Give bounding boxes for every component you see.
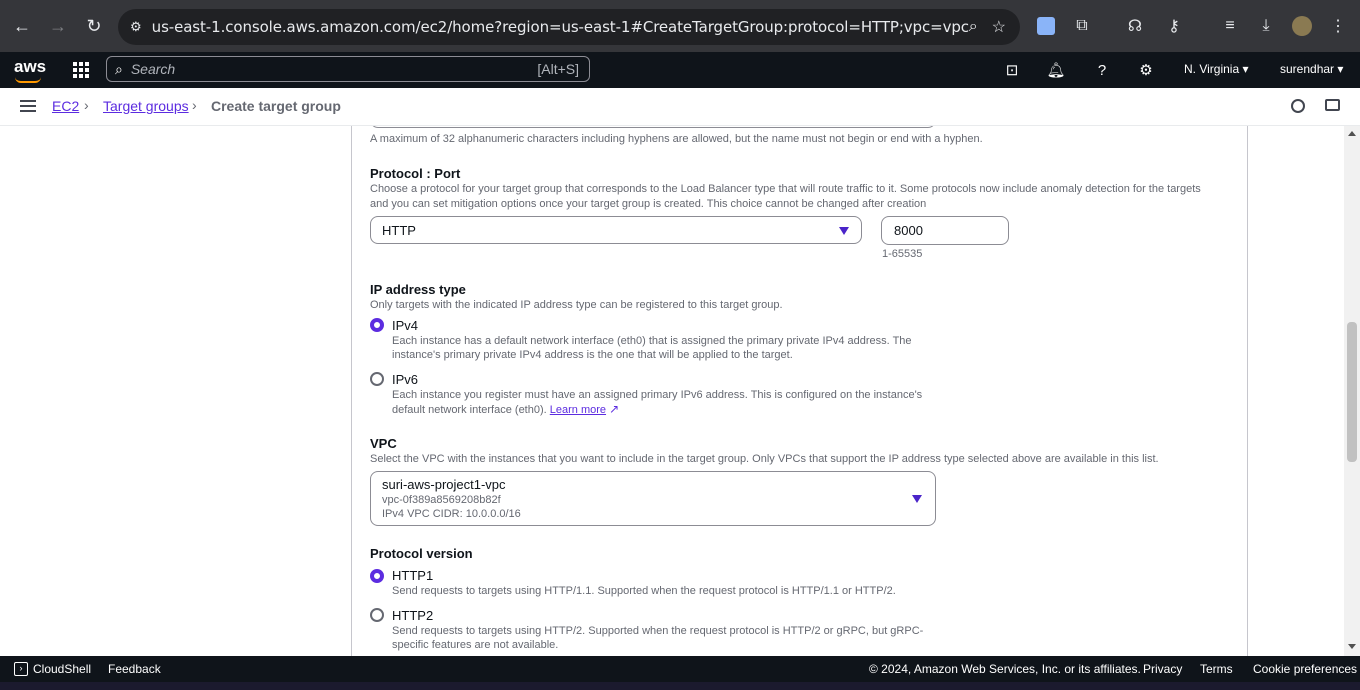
url-text: us-east-1.console.aws.amazon.com/ec2/hom…: [151, 18, 969, 36]
zoom-icon[interactable]: ⌕: [969, 18, 978, 36]
vpc-id: vpc-0f389a8569208b82f: [382, 494, 501, 506]
http2-label[interactable]: HTTP2: [392, 608, 433, 623]
cookie-preferences-link[interactable]: Cookie preferences: [1253, 662, 1357, 676]
protocol-select[interactable]: HTTP: [370, 216, 862, 244]
reading-list-icon[interactable]: ≡: [1216, 12, 1244, 40]
breadcrumb-ec2[interactable]: EC2: [52, 98, 79, 114]
http2-description-1: Send requests to targets using HTTP/2. S…: [392, 625, 924, 637]
ipv6-radio[interactable]: [370, 372, 384, 386]
http1-description: Send requests to targets using HTTP/1.1.…: [392, 585, 896, 597]
ipv6-description-1: Each instance you register must have an …: [392, 389, 923, 401]
learn-more-link[interactable]: Learn more: [550, 404, 606, 416]
privacy-link[interactable]: Privacy: [1143, 662, 1182, 676]
cloudshell-icon[interactable]: ⊡: [1002, 60, 1022, 80]
breadcrumb-separator-icon: ›: [192, 97, 197, 113]
protocol-value: HTTP: [382, 223, 416, 238]
ipv6-label[interactable]: IPv6: [392, 372, 418, 387]
console-footer: › CloudShell Feedback © 2024, Amazon Web…: [0, 656, 1360, 682]
breadcrumb-bar: EC2 › Target groups › Create target grou…: [0, 88, 1360, 126]
incognito-icon[interactable]: ☊: [1121, 12, 1149, 40]
notifications-bell-icon[interactable]: 🔔︎: [1046, 60, 1066, 80]
http2-radio[interactable]: [370, 608, 384, 622]
search-icon: ⌕: [115, 60, 123, 77]
aws-logo-smile: [15, 77, 41, 83]
password-key-icon[interactable]: ⚷: [1160, 12, 1188, 40]
port-input[interactable]: 8000: [881, 216, 1009, 245]
ipv4-radio[interactable]: [370, 318, 384, 332]
services-grid-icon[interactable]: [71, 60, 91, 80]
browser-toolbar: ← → ↻ ⚙ us-east-1.console.aws.amazon.com…: [0, 0, 1360, 52]
aws-top-nav: aws ⌕ Search [Alt+S] ⊡ 🔔︎ ? ⚙ N. Virgini…: [0, 52, 1360, 88]
protocol-port-description-2: and you can set mitigation options once …: [370, 198, 927, 210]
http2-description-2: specific features are not available.: [392, 639, 559, 651]
cloudshell-footer-icon[interactable]: ›: [14, 662, 28, 676]
name-hint: A maximum of 32 alphanumeric characters …: [370, 133, 983, 145]
feedback-link[interactable]: Feedback: [108, 662, 161, 676]
port-range-hint: 1-65535: [882, 248, 923, 260]
ipv4-description-2: instance's primary private IPv4 address …: [392, 349, 793, 361]
http1-radio[interactable]: [370, 569, 384, 583]
translate-extension-icon[interactable]: [1032, 12, 1060, 40]
search-shortcut: [Alt+S]: [537, 61, 579, 77]
breadcrumb-target-groups[interactable]: Target groups: [103, 98, 189, 114]
scroll-down-arrow-icon[interactable]: [1348, 644, 1356, 649]
protocol-version-label: Protocol version: [370, 546, 473, 561]
vpc-description: Select the VPC with the instances that y…: [370, 453, 1159, 465]
site-settings-icon[interactable]: ⚙: [130, 19, 142, 35]
aws-logo[interactable]: aws: [14, 57, 46, 77]
target-group-name-input[interactable]: [370, 126, 936, 128]
protocol-port-description-1: Choose a protocol for your target group …: [370, 183, 1201, 195]
vpc-cidr: IPv4 VPC CIDR: 10.0.0.0/16: [382, 508, 521, 520]
create-target-group-form: A maximum of 32 alphanumeric characters …: [351, 126, 1248, 656]
extensions-icon[interactable]: ⧉: [1068, 12, 1096, 40]
tools-panel-icon[interactable]: [1325, 99, 1340, 111]
breadcrumb-separator-icon: ›: [84, 97, 89, 113]
copyright-text: © 2024, Amazon Web Services, Inc. or its…: [869, 662, 1141, 676]
vpc-select[interactable]: suri-aws-project1-vpc vpc-0f389a8569208b…: [370, 471, 936, 526]
address-bar[interactable]: ⚙ us-east-1.console.aws.amazon.com/ec2/h…: [118, 9, 1020, 45]
breadcrumb-current: Create target group: [211, 98, 341, 114]
aws-search-input[interactable]: ⌕ Search [Alt+S]: [106, 56, 590, 82]
ipv6-description-2: default network interface (eth0). Learn …: [392, 402, 620, 416]
feedback-panel-icon[interactable]: [1291, 99, 1305, 113]
protocol-port-label: Protocol : Port: [370, 166, 461, 181]
caret-down-icon: [912, 495, 922, 503]
cloudshell-link[interactable]: CloudShell: [33, 662, 91, 676]
os-taskbar-strip: [0, 682, 1360, 690]
vpc-name: suri-aws-project1-vpc: [382, 477, 506, 492]
terms-link[interactable]: Terms: [1200, 662, 1233, 676]
ip-address-type-description: Only targets with the indicated IP addre…: [370, 299, 783, 311]
bookmark-star-icon[interactable]: ☆: [992, 17, 1006, 37]
vpc-label: VPC: [370, 436, 397, 451]
ipv4-description-1: Each instance has a default network inte…: [392, 335, 912, 347]
scroll-up-arrow-icon[interactable]: [1348, 131, 1356, 136]
external-link-icon[interactable]: ↗: [609, 402, 619, 416]
port-value: 8000: [894, 223, 923, 238]
chrome-menu-icon[interactable]: ⋮: [1324, 12, 1352, 40]
forward-icon[interactable]: →: [44, 12, 72, 40]
back-icon[interactable]: ←: [8, 12, 36, 40]
ipv4-label[interactable]: IPv4: [392, 318, 418, 333]
caret-down-icon: [839, 227, 849, 235]
download-icon[interactable]: ⤓: [1252, 12, 1280, 40]
profile-avatar[interactable]: [1288, 12, 1316, 40]
region-selector[interactable]: N. Virginia ▾: [1184, 62, 1249, 76]
http1-label[interactable]: HTTP1: [392, 568, 433, 583]
scroll-thumb[interactable]: [1347, 322, 1357, 462]
reload-icon[interactable]: ↻: [80, 12, 108, 40]
search-placeholder: Search: [130, 61, 176, 77]
page-scrollbar[interactable]: [1344, 126, 1360, 656]
account-menu[interactable]: surendhar ▾: [1280, 62, 1343, 76]
hamburger-menu-icon[interactable]: [20, 100, 36, 112]
settings-gear-icon[interactable]: ⚙: [1136, 60, 1156, 80]
ip-address-type-label: IP address type: [370, 282, 466, 297]
help-icon[interactable]: ?: [1092, 60, 1112, 80]
